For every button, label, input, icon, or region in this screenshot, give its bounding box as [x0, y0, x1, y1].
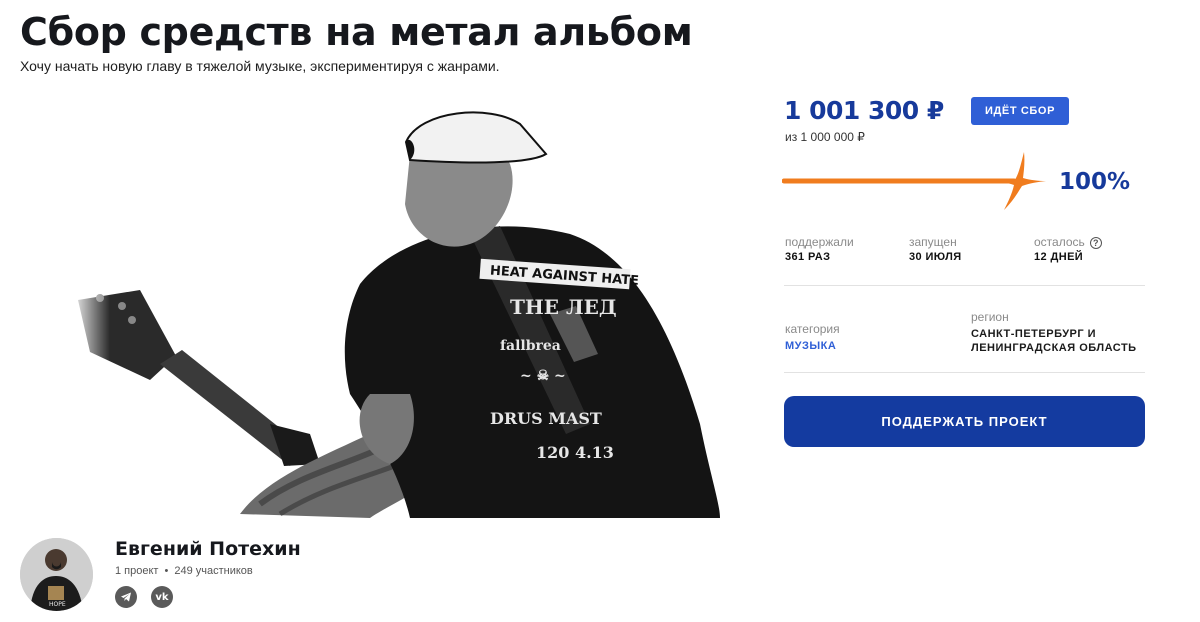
separator-dot: • [164, 565, 169, 577]
category-label: категория [785, 322, 840, 336]
region-block: регион САНКТ-ПЕТЕРБУРГ И ЛЕНИНГРАДСКАЯ О… [971, 310, 1137, 355]
svg-text:~ ☠ ~: ~ ☠ ~ [520, 368, 566, 384]
vk-glyph: vk [155, 591, 169, 603]
stat-supporters: поддержали 361 РАЗ [785, 235, 854, 263]
stat-label: поддержали [785, 235, 854, 249]
project-cover-image: HEAT AGAINST HATE ТНЕ ЛЕД fallbrea ~ ☠ ~… [70, 94, 730, 518]
region-label: регион [971, 310, 1009, 324]
stat-label: осталось? [1034, 235, 1102, 249]
svg-text:HOPE: HOPE [49, 601, 66, 608]
author-projects[interactable]: 1 проект [115, 565, 158, 577]
region-line-2: ЛЕНИНГРАДСКАЯ ОБЛАСТЬ [971, 342, 1137, 354]
author-avatar[interactable]: HOPE [20, 538, 93, 611]
region-value: САНКТ-ПЕТЕРБУРГ И ЛЕНИНГРАДСКАЯ ОБЛАСТЬ [971, 327, 1137, 355]
stat-value: 361 РАЗ [785, 251, 831, 263]
vk-icon[interactable]: vk [151, 586, 173, 608]
author-participants: 249 участников [174, 565, 253, 577]
region-line-1: САНКТ-ПЕТЕРБУРГ И [971, 328, 1097, 340]
raised-amount: 1 001 300 ₽ [784, 96, 944, 125]
funding-progress-bar [781, 150, 1052, 214]
svg-text:DRUS MAST: DRUS MAST [490, 409, 602, 428]
svg-text:fallbrea: fallbrea [500, 338, 561, 354]
svg-text:120 4.13: 120 4.13 [536, 443, 614, 462]
stat-label-text: осталось [1034, 235, 1085, 249]
support-project-button[interactable]: ПОДДЕРЖАТЬ ПРОЕКТ [784, 396, 1145, 447]
stat-value: 30 ИЮЛЯ [909, 251, 962, 263]
stat-label: запущен [909, 235, 957, 249]
page-subtitle: Хочу начать новую главу в тяжелой музыке… [20, 58, 500, 74]
status-badge: ИДЁТ СБОР [971, 97, 1069, 125]
help-icon[interactable]: ? [1089, 237, 1102, 249]
author-name[interactable]: Евгений Потехин [115, 538, 301, 560]
author-meta: 1 проект • 249 участников [115, 565, 253, 577]
category-link[interactable]: МУЗЫКА [785, 339, 840, 353]
progress-percent: 100% [1059, 169, 1131, 195]
divider [784, 285, 1145, 286]
telegram-icon[interactable] [115, 586, 137, 608]
divider [784, 372, 1145, 373]
stat-value: 12 ДНЕЙ [1034, 251, 1084, 263]
svg-text:ТНЕ ЛЕД: ТНЕ ЛЕД [510, 295, 617, 319]
category-block: категория МУЗЫКА [785, 322, 840, 353]
stat-remaining: осталось? 12 ДНЕЙ [1034, 235, 1102, 263]
funding-goal: из 1 000 000 ₽ [785, 130, 865, 144]
page-title: Сбор средств на метал альбом [20, 10, 693, 54]
stat-launched: запущен 30 ИЮЛЯ [909, 235, 962, 263]
guitar-illustration [78, 290, 320, 466]
